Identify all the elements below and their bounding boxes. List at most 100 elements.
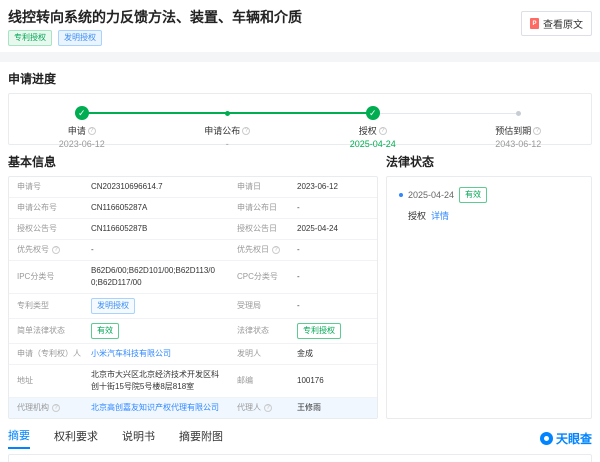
field-label: 简单法律状态 bbox=[9, 319, 83, 343]
legal-status-title: 法律状态 bbox=[386, 153, 592, 170]
field-label: 申请日 bbox=[229, 177, 289, 197]
legal-status-panel: 2025-04-24 有效 授权 详情 bbox=[386, 176, 592, 419]
step-date: 2025-04-24 bbox=[350, 139, 396, 149]
field-value: CN116605287A bbox=[83, 198, 229, 218]
field-label: 申请（专利权）人 bbox=[9, 344, 83, 364]
tab-abstract[interactable]: 摘要 bbox=[8, 427, 30, 449]
inventor-value: 金成 bbox=[289, 344, 377, 364]
basic-info-table: 申请号 CN202310696614.7 申请日 2023-06-12 申请公布… bbox=[8, 176, 378, 419]
progress-section-title: 申请进度 bbox=[8, 70, 592, 87]
legal-status-item: 2025-04-24 有效 bbox=[399, 187, 579, 203]
table-row: IPC分类号 B62D6/00;B62D101/00;B62D113/00;B6… bbox=[9, 261, 377, 294]
step-date: 2043-06-12 bbox=[495, 139, 541, 149]
step-label: 申请 bbox=[68, 124, 86, 137]
tab-claims[interactable]: 权利要求 bbox=[54, 428, 98, 448]
table-row: 授权公告号 CN116605287B 授权公告日 2025-04-24 bbox=[9, 219, 377, 240]
field-value: - bbox=[289, 240, 377, 260]
field-label: CPC分类号 bbox=[229, 261, 289, 293]
tianyancha-logo-text: 天眼查 bbox=[556, 430, 592, 447]
field-label: 申请号 bbox=[9, 177, 83, 197]
field-label: 优先权号 bbox=[17, 244, 49, 256]
legal-status-badge: 专利授权 bbox=[297, 323, 341, 339]
info-icon[interactable]: ? bbox=[242, 127, 250, 135]
legal-detail-link[interactable]: 详情 bbox=[431, 209, 449, 222]
progress-steps: ✓ 申请? 2023-06-12 申请公布? - ✓ 授权? 2025-04-2… bbox=[9, 94, 591, 149]
applicant-link[interactable]: 小米汽车科技有限公司 bbox=[91, 348, 171, 360]
field-label: 申请公布号 bbox=[9, 198, 83, 218]
bullet-icon bbox=[399, 193, 403, 197]
agent-value: 王修雨 bbox=[289, 398, 377, 418]
field-label: 法律状态 bbox=[229, 319, 289, 343]
legal-valid-badge: 有效 bbox=[459, 187, 487, 203]
dot-icon bbox=[516, 111, 521, 116]
patent-granted-badge: 专利授权 bbox=[8, 30, 52, 46]
field-value: - bbox=[83, 240, 229, 260]
field-value: 2025-04-24 bbox=[289, 219, 377, 239]
step-label: 授权 bbox=[359, 124, 377, 137]
info-icon[interactable]: ? bbox=[379, 127, 387, 135]
step-date: 2023-06-12 bbox=[59, 139, 105, 149]
field-label: 申请公布日 bbox=[229, 198, 289, 218]
tianyancha-logo-icon bbox=[540, 432, 553, 445]
step-grant: ✓ 授权? 2025-04-24 bbox=[300, 106, 446, 149]
step-label: 申请公布 bbox=[204, 124, 240, 137]
view-original-button[interactable]: P 查看原文 bbox=[521, 11, 592, 36]
simple-legal-status-badge: 有效 bbox=[91, 323, 119, 339]
basic-info-title: 基本信息 bbox=[8, 153, 378, 170]
tab-abstract-figure[interactable]: 摘要附图 bbox=[179, 428, 223, 448]
field-value: - bbox=[289, 198, 377, 218]
section-divider bbox=[0, 52, 600, 62]
table-row: 地址 北京市大兴区北京经济技术开发区科创十街15号院5号楼8层818室 邮编 1… bbox=[9, 365, 377, 398]
step-label: 预估到期 bbox=[495, 124, 531, 137]
postcode-value: 100176 bbox=[289, 365, 377, 397]
table-row: 简单法律状态 有效 法律状态 专利授权 bbox=[9, 319, 377, 344]
patent-detail-page: 线控转向系统的力反馈方法、装置、车辆和介质 专利授权 发明授权 P 查看原文 申… bbox=[0, 0, 600, 462]
table-row: 专利类型 发明授权 受理局 - bbox=[9, 294, 377, 319]
info-icon[interactable]: ? bbox=[272, 246, 280, 254]
info-icon[interactable]: ? bbox=[52, 404, 60, 412]
info-icon[interactable]: ? bbox=[264, 404, 272, 412]
field-label: 授权公告号 bbox=[9, 219, 83, 239]
field-label: 优先权日 bbox=[237, 244, 269, 256]
table-row: 申请号 CN202310696614.7 申请日 2023-06-12 bbox=[9, 177, 377, 198]
info-icon[interactable]: ? bbox=[52, 246, 60, 254]
doc-tabs: 摘要 权利要求 说明书 摘要附图 天眼查 bbox=[0, 419, 600, 449]
abstract-panel: 本公开涉及车辆技术领域，具体涉及一种线控转向系统的力反馈方法、装置、车辆和介质。… bbox=[8, 454, 592, 462]
field-label: 地址 bbox=[9, 365, 83, 397]
field-label: 邮编 bbox=[229, 365, 289, 397]
table-row: 申请公布号 CN116605287A 申请公布日 - bbox=[9, 198, 377, 219]
info-icon[interactable]: ? bbox=[88, 127, 96, 135]
field-label: IPC分类号 bbox=[9, 261, 83, 293]
step-date: - bbox=[226, 139, 229, 149]
address-value: 北京市大兴区北京经济技术开发区科创十街15号院5号楼8层818室 bbox=[83, 365, 229, 397]
view-original-label: 查看原文 bbox=[543, 16, 583, 31]
legal-status-date: 2025-04-24 bbox=[408, 190, 454, 200]
field-value: - bbox=[289, 261, 377, 293]
field-label: 专利类型 bbox=[9, 294, 83, 318]
field-value: - bbox=[289, 294, 377, 318]
legal-status-section: 法律状态 2025-04-24 有效 授权 详情 bbox=[386, 145, 592, 419]
field-label: 授权公告日 bbox=[229, 219, 289, 239]
info-icon[interactable]: ? bbox=[533, 127, 541, 135]
field-label: 代理机构 bbox=[17, 402, 49, 414]
field-label: 代理人 bbox=[237, 402, 261, 414]
check-icon: ✓ bbox=[366, 106, 380, 120]
step-apply: ✓ 申请? 2023-06-12 bbox=[9, 106, 155, 149]
pdf-icon: P bbox=[530, 18, 539, 29]
field-label: 发明人 bbox=[229, 344, 289, 364]
basic-info-section: 基本信息 申请号 CN202310696614.7 申请日 2023-06-12… bbox=[8, 145, 378, 419]
step-expiry: 预估到期? 2043-06-12 bbox=[446, 106, 592, 149]
progress-timeline: ✓ 申请? 2023-06-12 申请公布? - ✓ 授权? 2025-04-2… bbox=[8, 93, 592, 145]
tab-description[interactable]: 说明书 bbox=[122, 428, 155, 448]
field-value: CN202310696614.7 bbox=[83, 177, 229, 197]
page-title: 线控转向系统的力反馈方法、装置、车辆和介质 bbox=[8, 9, 302, 25]
table-row: 优先权号? - 优先权日? - bbox=[9, 240, 377, 261]
page-header: 线控转向系统的力反馈方法、装置、车辆和介质 专利授权 发明授权 P 查看原文 bbox=[0, 0, 600, 52]
table-row: 申请（专利权）人 小米汽车科技有限公司 发明人 金成 bbox=[9, 344, 377, 365]
progress-section: 申请进度 ✓ 申请? 2023-06-12 申请公布? - ✓ 授权? bbox=[0, 70, 600, 145]
agency-link[interactable]: 北京高创嘉友知识产权代理有限公司 bbox=[91, 402, 219, 414]
table-row: 代理机构? 北京高创嘉友知识产权代理有限公司 代理人? 王修雨 bbox=[9, 398, 377, 418]
check-icon: ✓ bbox=[75, 106, 89, 120]
tianyancha-logo[interactable]: 天眼查 bbox=[540, 430, 592, 447]
field-value: CN116605287B bbox=[83, 219, 229, 239]
